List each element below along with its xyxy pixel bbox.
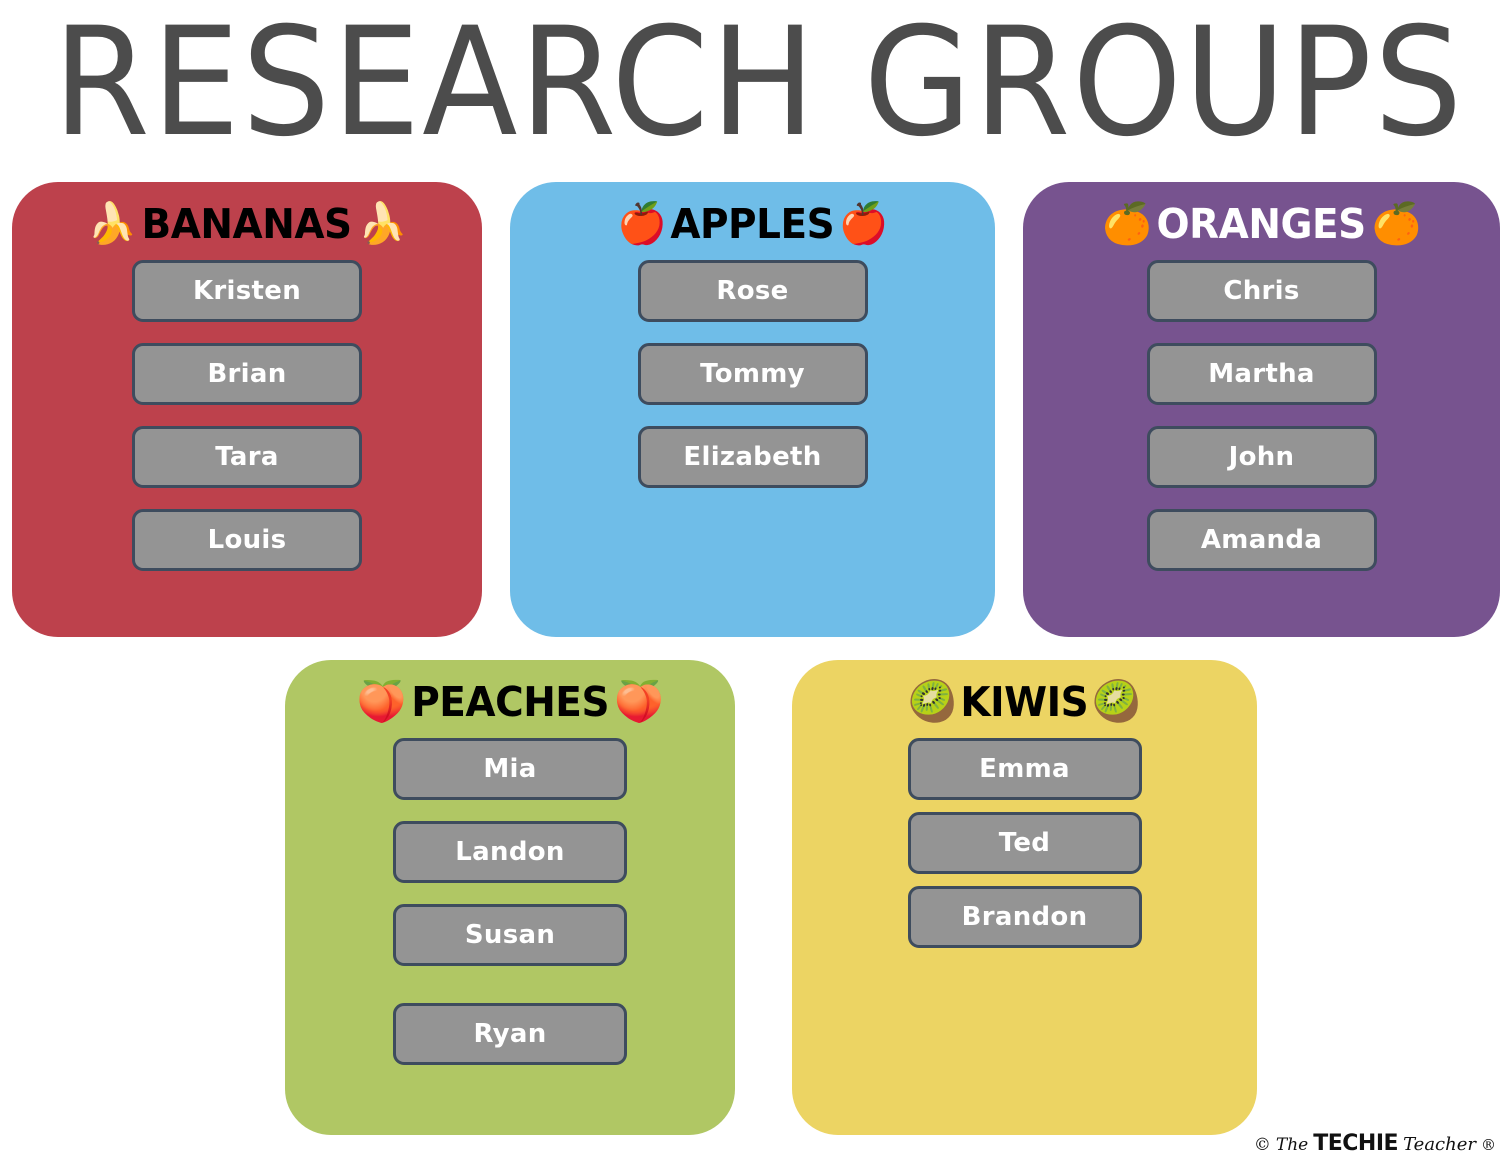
group-header-apples: 🍎 APPLES 🍎 [616,196,889,252]
group-card-apples[interactable]: 🍎 APPLES 🍎 Rose Tommy Elizabeth [510,182,995,637]
group-title-oranges: ORANGES [1156,200,1367,248]
group-card-peaches[interactable]: 🍑 PEACHES 🍑 Mia Landon Susan Ryan [285,660,735,1135]
orange-emoji: 🍊 [1371,201,1422,247]
kiwi-emoji: 🥝 [1091,679,1142,725]
group-title-apples: APPLES [670,200,835,248]
apple-emoji: 🍎 [616,201,667,247]
group-title-kiwis: KIWIS [960,678,1089,726]
kiwi-emoji: 🥝 [907,679,958,725]
member-chip[interactable]: Brian [132,343,362,405]
member-chip[interactable]: Susan [393,904,627,966]
member-chip[interactable]: John [1146,426,1377,488]
registered-symbol: ® [1481,1136,1496,1154]
peach-emoji: 🍑 [356,679,407,725]
watermark-techie: TECHIE [1313,1131,1399,1156]
group-title-peaches: PEACHES [411,678,609,726]
group-header-oranges: 🍊 ORANGES 🍊 [1102,196,1421,252]
member-chip[interactable]: Kristen [132,260,362,322]
group-header-kiwis: 🥝 KIWIS 🥝 [907,674,1142,730]
group-card-kiwis[interactable]: 🥝 KIWIS 🥝 Emma Ted Brandon [792,660,1257,1135]
page-title: RESEARCH GROUPS [52,0,1465,170]
member-chip[interactable]: Emma [907,738,1142,800]
group-title-bananas: BANANAS [141,200,353,248]
member-list-bananas: Kristen Brian Tara Louis [12,260,482,571]
member-chip[interactable]: Elizabeth [637,426,868,488]
peach-emoji: 🍑 [614,679,664,725]
member-list-oranges: Chris Martha John Amanda [1023,260,1500,571]
member-list-kiwis: Emma Ted Brandon [792,738,1257,960]
group-header-peaches: 🍑 PEACHES 🍑 [357,674,664,730]
watermark-the: The [1275,1135,1309,1155]
member-chip[interactable]: Landon [393,821,627,883]
watermark: © The TECHIE Teacher ® [1254,1131,1496,1156]
apple-emoji: 🍎 [838,201,889,247]
orange-emoji: 🍊 [1102,201,1152,247]
group-card-bananas[interactable]: 🍌 BANANAS 🍌 Kristen Brian Tara Louis [12,182,482,637]
research-groups-poster: RESEARCH GROUPS 🍌 BANANAS 🍌 Kristen Bria… [0,0,1512,1164]
member-list-apples: Rose Tommy Elizabeth [510,260,995,488]
member-chip[interactable]: Tommy [637,343,868,405]
member-list-peaches: Mia Landon Susan Ryan [285,738,735,1065]
member-chip[interactable]: Martha [1146,343,1377,405]
member-chip[interactable]: Amanda [1146,509,1377,571]
member-chip[interactable]: Chris [1146,260,1377,322]
watermark-teacher: Teacher [1403,1134,1476,1155]
member-chip[interactable]: Ryan [393,1003,627,1065]
member-chip[interactable]: Rose [637,260,868,322]
group-row-bottom: 🍑 PEACHES 🍑 Mia Landon Susan Ryan 🥝 KIWI… [285,660,1257,1135]
banana-emoji: 🍌 [87,201,137,247]
member-chip[interactable]: Brandon [907,886,1142,948]
group-card-oranges[interactable]: 🍊 ORANGES 🍊 Chris Martha John Amanda [1023,182,1500,637]
copyright-symbol: © [1253,1135,1271,1155]
member-chip[interactable]: Tara [132,426,362,488]
group-row-top: 🍌 BANANAS 🍌 Kristen Brian Tara Louis 🍎 A… [12,182,1500,637]
banana-emoji: 🍌 [357,201,408,247]
member-chip[interactable]: Ted [907,812,1142,874]
member-chip[interactable]: Louis [132,509,362,571]
group-header-bananas: 🍌 BANANAS 🍌 [87,196,407,252]
member-chip[interactable]: Mia [393,738,627,800]
